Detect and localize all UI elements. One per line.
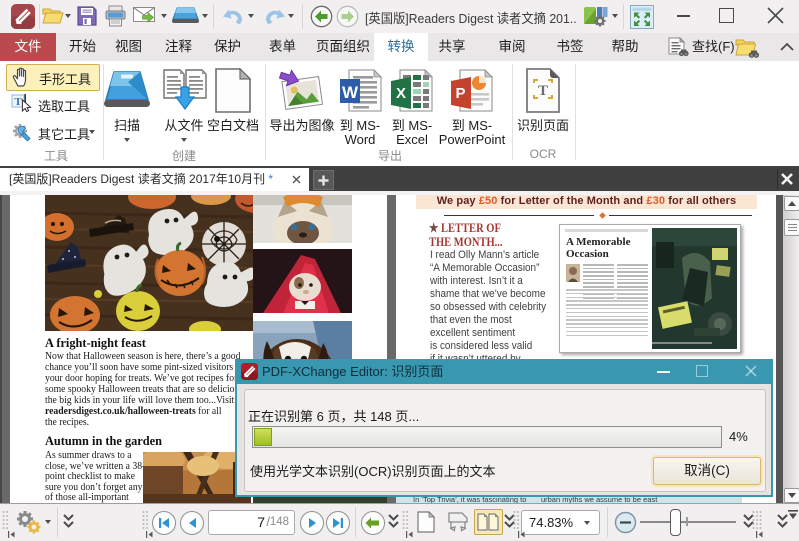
svg-text:P: P bbox=[455, 85, 465, 102]
svg-text:W: W bbox=[342, 83, 359, 102]
svg-text:T: T bbox=[14, 96, 22, 108]
svg-text:X: X bbox=[396, 85, 406, 102]
svg-text:T: T bbox=[538, 83, 548, 99]
